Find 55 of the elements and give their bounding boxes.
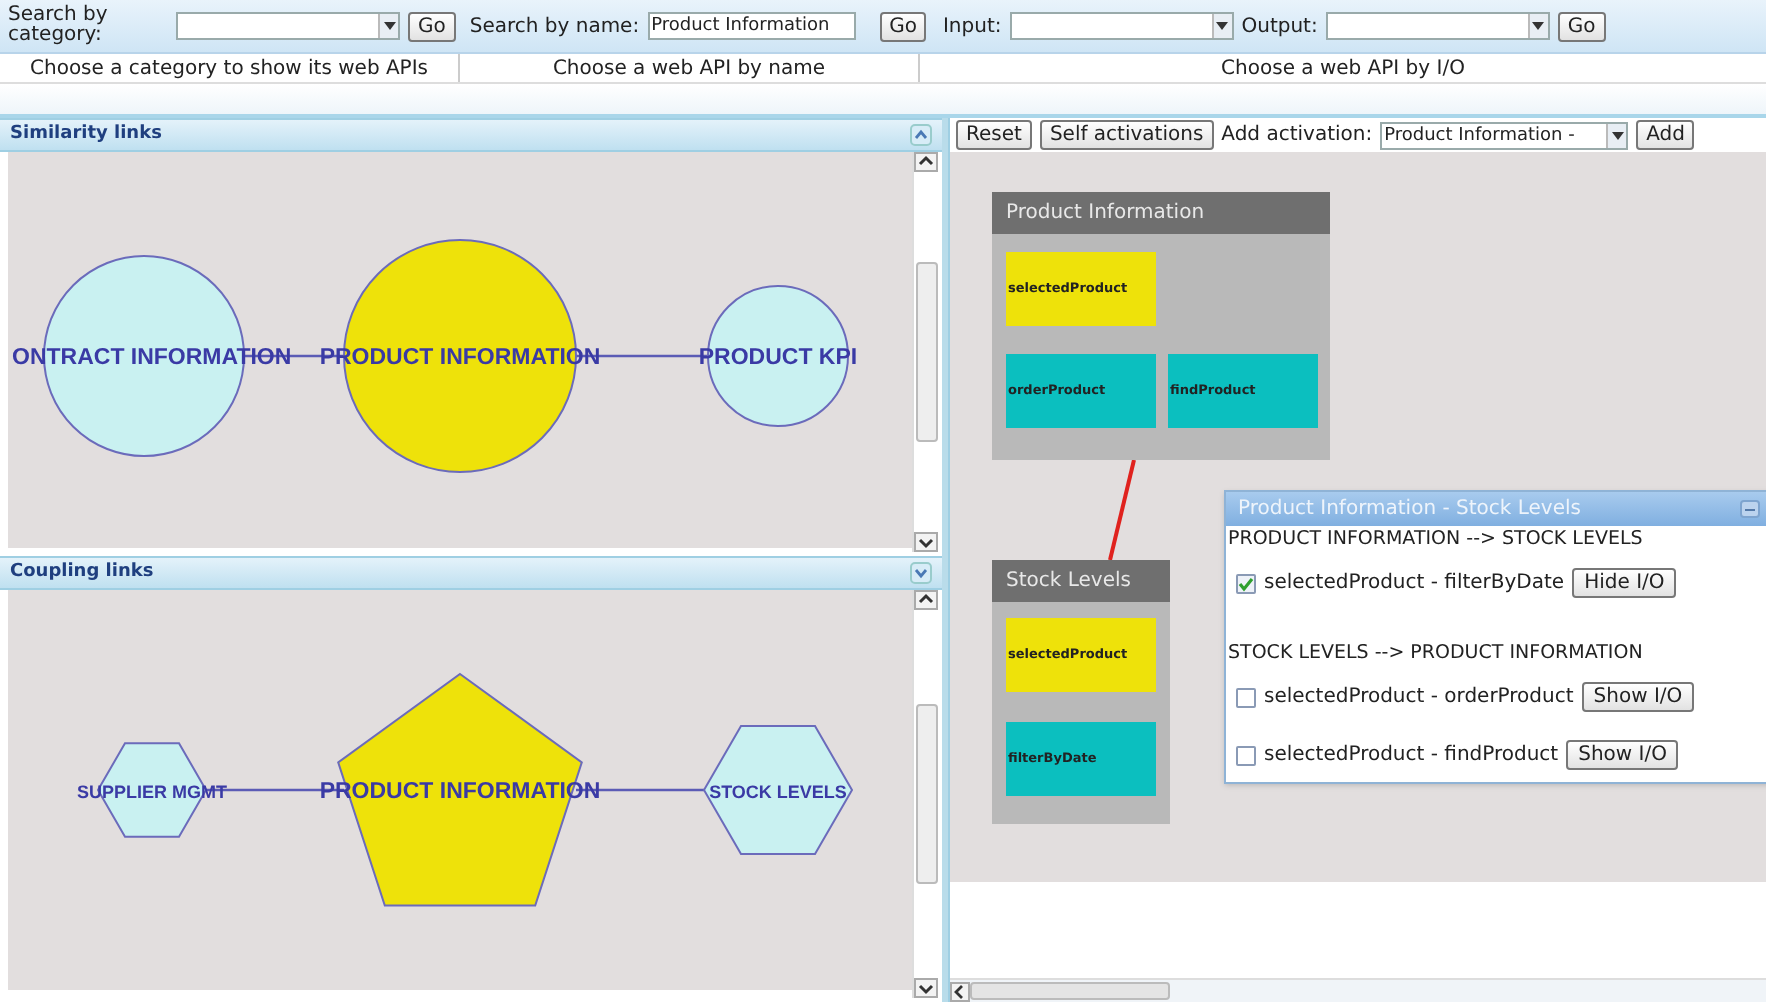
dropdown[interactable] — [1009, 12, 1234, 40]
scroll-left-icon[interactable] — [950, 981, 970, 1001]
caret-icon — [383, 22, 395, 30]
go-button[interactable]: Go — [408, 11, 456, 41]
dropdown[interactable]: Product Information - — [1380, 121, 1629, 149]
scrollbar[interactable] — [912, 590, 940, 998]
popup-title: Product Information - Stock Levels — [1238, 496, 1581, 524]
go-button[interactable]: Go — [1557, 11, 1606, 41]
field-label: Search by name: — [469, 13, 640, 41]
dropdown[interactable] — [176, 12, 400, 40]
edge-line — [576, 788, 704, 792]
api-title: Product Information — [992, 192, 1330, 234]
hint-text: Choose a category to show its web APIs — [30, 56, 428, 82]
panel-header[interactable]: Similarity links — [0, 118, 942, 152]
checkbox[interactable] — [1236, 687, 1256, 707]
field-label: Output: — [1241, 13, 1318, 41]
minimize-icon[interactable] — [1740, 500, 1760, 518]
collapse-icon[interactable] — [910, 124, 932, 146]
toggle-io-button[interactable]: Show I/O — [1581, 682, 1695, 712]
api-title: Stock Levels — [992, 560, 1170, 602]
hexagon-node[interactable] — [702, 725, 854, 855]
search-field[interactable]: Product Information — [647, 12, 856, 40]
caret-icon — [1532, 22, 1545, 30]
scrollbar[interactable] — [950, 978, 1766, 1002]
field-label: Search by category: — [8, 6, 110, 46]
hint-text: Choose a web API by I/O — [1221, 56, 1465, 82]
field-label: Input: — [942, 13, 1002, 41]
io-pair-label: selectedProduct - orderProduct — [1264, 684, 1574, 712]
scrollbar[interactable] — [912, 152, 940, 552]
scroll-down-icon[interactable] — [914, 532, 938, 552]
caret-icon — [1611, 131, 1624, 139]
dropdown[interactable] — [1325, 12, 1550, 40]
connector-line — [1108, 459, 1136, 561]
section-heading: PRODUCT INFORMATION --> STOCK LEVELS — [1228, 528, 1645, 552]
toggle-io-button[interactable]: Hide I/O — [1572, 568, 1677, 598]
node-label: STOCK LEVELS — [709, 782, 847, 802]
edge-line — [576, 354, 708, 358]
self-activations-button[interactable]: Self activations — [1039, 120, 1214, 150]
io-pair-label: selectedProduct - filterByDate — [1264, 570, 1565, 598]
add-button[interactable]: Add — [1636, 120, 1695, 150]
checkbox[interactable] — [1236, 573, 1256, 593]
scroll-down-icon[interactable] — [914, 978, 938, 998]
checkbox[interactable] — [1236, 745, 1256, 765]
section-heading: STOCK LEVELS --> PRODUCT INFORMATION — [1228, 642, 1645, 666]
panel-header[interactable]: Coupling links — [0, 556, 942, 590]
toggle-io-button[interactable]: Show I/O — [1566, 740, 1679, 770]
go-button[interactable]: Go — [879, 11, 927, 41]
expand-icon[interactable] — [910, 562, 932, 584]
reset-button[interactable]: Reset — [956, 120, 1032, 150]
io-pair-label: selectedProduct - findProduct — [1264, 742, 1559, 770]
scroll-up-icon[interactable] — [914, 152, 938, 172]
hint-text: Choose a web API by name — [552, 56, 826, 82]
field-label: Add activation: — [1221, 122, 1373, 150]
scroll-up-icon[interactable] — [914, 590, 938, 610]
caret-icon — [1216, 22, 1229, 30]
